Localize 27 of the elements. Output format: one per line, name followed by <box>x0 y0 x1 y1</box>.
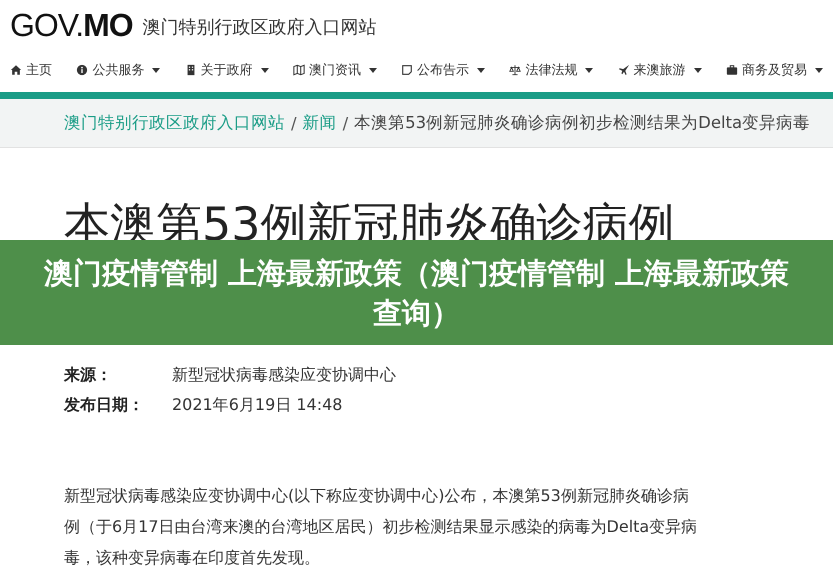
meta-label: 来源： <box>64 365 113 385</box>
breadcrumb-separator: / <box>342 114 348 132</box>
site-name: 澳门特别行政区政府入口网站 <box>142 16 377 39</box>
plane-icon <box>618 64 630 76</box>
breadcrumb-current: 本澳第53例新冠肺炎确诊病例初步检测结果为Delta变异病毒 <box>354 112 810 134</box>
nav-menu-item[interactable]: 商务及贸易 <box>726 61 823 79</box>
building-icon <box>184 64 197 76</box>
briefcase-icon <box>726 64 738 76</box>
meta-value: 2021年6月19日 14:48 <box>172 395 342 415</box>
nav-menu-item[interactable]: 法律法规 <box>509 61 594 79</box>
logo[interactable]: GOV.MO <box>10 6 133 44</box>
map-icon <box>292 64 305 76</box>
home-icon <box>10 64 22 76</box>
meta-label: 发布日期： <box>64 395 145 415</box>
title-banner: 澳门疫情管制 上海最新政策（澳门疫情管制 上海最新政策查询） <box>0 240 833 345</box>
nav-menu-item[interactable]: 公共服务 <box>76 61 160 79</box>
breadcrumb-separator: / <box>291 114 297 132</box>
info-icon <box>76 64 88 76</box>
scales-icon <box>509 64 522 76</box>
meta-value: 新型冠状病毒感染应变协调中心 <box>172 365 396 385</box>
article-paragraph: 新型冠状病毒感染应变协调中心(以下称应变协调中心)公布，本澳第53例新冠肺炎确诊病例（于6月17日由台湾来澳的台湾地区居民）初步检测结果显示感染的病毒为Delta变异病毒，该种变异病毒在印度首先发现。 <box>64 485 698 569</box>
nav-menu-item[interactable]: 公布告示 <box>401 61 486 79</box>
nav-menu-item[interactable]: 主页 <box>10 61 52 79</box>
note-icon <box>401 64 414 76</box>
nav-menu-item[interactable]: 关于政府 <box>184 61 269 79</box>
nav-menu-item[interactable]: 澳门资讯 <box>292 61 377 79</box>
nav-menu-item[interactable]: 来澳旅游 <box>618 61 702 79</box>
